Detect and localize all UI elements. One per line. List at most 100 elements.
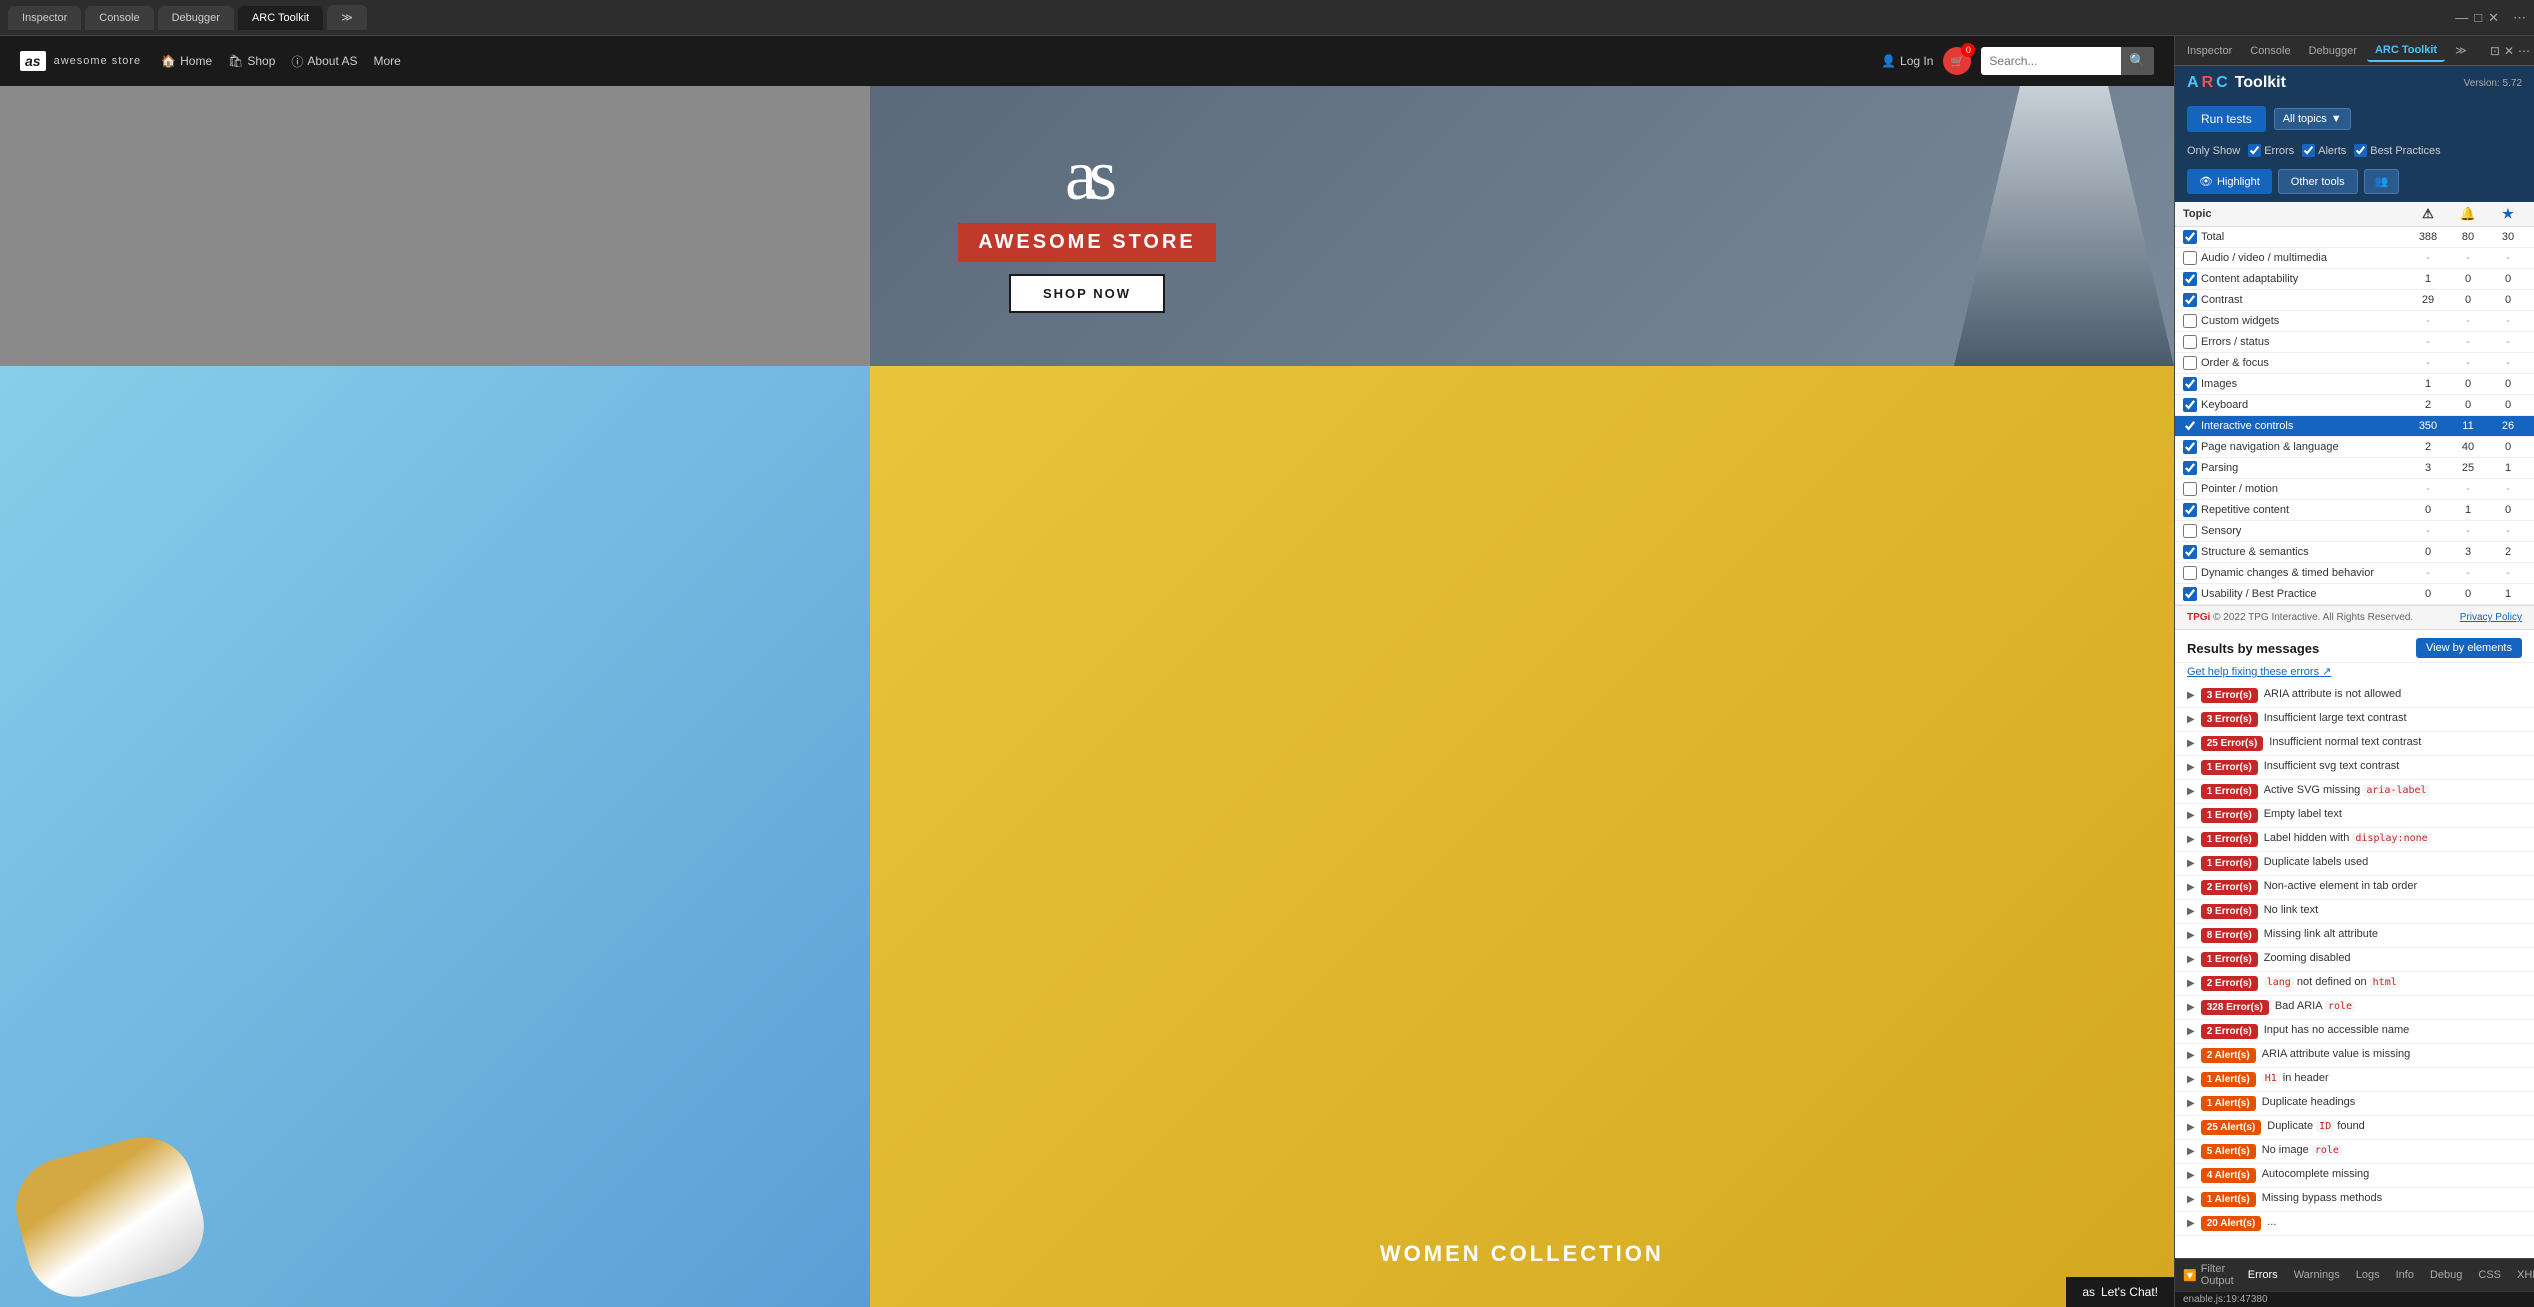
result-item[interactable]: ▶ 3 Error(s) Insufficient large text con… (2175, 708, 2534, 732)
dt-tab-arc[interactable]: ARC Toolkit (2367, 40, 2445, 62)
result-expand-arrow[interactable]: ▶ (2187, 906, 2195, 917)
topic-checkbox[interactable] (2183, 272, 2197, 286)
bottom-tab-warnings[interactable]: Warnings (2288, 1267, 2346, 1283)
result-expand-arrow[interactable]: ▶ (2187, 954, 2195, 965)
filter-output[interactable]: 🔽 Filter Output (2183, 1263, 2234, 1287)
topic-row[interactable]: Total 388 80 30 (2175, 227, 2534, 248)
topic-row[interactable]: Structure & semantics 0 3 2 (2175, 542, 2534, 563)
result-item[interactable]: ▶ 1 Error(s) Zooming disabled (2175, 948, 2534, 972)
topic-row[interactable]: Contrast 29 0 0 (2175, 290, 2534, 311)
menu-icon[interactable]: ⋯ (2513, 10, 2526, 26)
result-expand-arrow[interactable]: ▶ (2187, 1026, 2195, 1037)
result-item[interactable]: ▶ 1 Alert(s) H1 in header (2175, 1068, 2534, 1092)
result-item[interactable]: ▶ 1 Alert(s) Duplicate headings (2175, 1092, 2534, 1116)
view-by-elements-button[interactable]: View by elements (2416, 638, 2522, 658)
topic-checkbox[interactable] (2183, 440, 2197, 454)
bottom-tab-css[interactable]: CSS (2472, 1267, 2507, 1283)
result-expand-arrow[interactable]: ▶ (2187, 690, 2195, 701)
topic-checkbox[interactable] (2183, 482, 2197, 496)
result-item[interactable]: ▶ 2 Error(s) lang not defined on html (2175, 972, 2534, 996)
result-item[interactable]: ▶ 25 Error(s) Insufficient normal text c… (2175, 732, 2534, 756)
topic-row[interactable]: Order & focus - - - (2175, 353, 2534, 374)
dt-tab-debugger[interactable]: Debugger (2301, 41, 2365, 61)
topic-row[interactable]: Repetitive content 0 1 0 (2175, 500, 2534, 521)
bottom-tab-info[interactable]: Info (2390, 1267, 2420, 1283)
result-expand-arrow[interactable]: ▶ (2187, 1098, 2195, 1109)
bottom-tab-errors[interactable]: Errors (2242, 1267, 2284, 1283)
result-expand-arrow[interactable]: ▶ (2187, 1002, 2195, 1013)
search-input[interactable] (1981, 49, 2121, 73)
topic-checkbox[interactable] (2183, 293, 2197, 307)
help-link[interactable]: Get help fixing these errors ↗ (2175, 663, 2534, 684)
topic-checkbox[interactable] (2183, 335, 2197, 349)
topic-checkbox[interactable] (2183, 251, 2197, 265)
result-expand-arrow[interactable]: ▶ (2187, 810, 2195, 821)
nav-more[interactable]: More (373, 54, 400, 68)
nav-about[interactable]: ⓘ About AS (291, 53, 357, 70)
topic-checkbox[interactable] (2183, 230, 2197, 244)
topic-row[interactable]: Parsing 3 25 1 (2175, 458, 2534, 479)
topic-checkbox[interactable] (2183, 419, 2197, 433)
result-item[interactable]: ▶ 328 Error(s) Bad ARIA role (2175, 996, 2534, 1020)
topic-checkbox[interactable] (2183, 461, 2197, 475)
result-item[interactable]: ▶ 1 Error(s) Active SVG missing aria-lab… (2175, 780, 2534, 804)
errors-checkbox-label[interactable]: Errors (2248, 144, 2294, 157)
nav-home[interactable]: 🏠 Home (161, 54, 212, 68)
topic-row[interactable]: Audio / video / multimedia - - - (2175, 248, 2534, 269)
topic-row[interactable]: Usability / Best Practice 0 0 1 (2175, 584, 2534, 605)
search-button[interactable]: 🔍 (2121, 47, 2154, 75)
result-item[interactable]: ▶ 8 Error(s) Missing link alt attribute (2175, 924, 2534, 948)
topic-row[interactable]: Images 1 0 0 (2175, 374, 2534, 395)
dt-menu-icon[interactable]: ⋯ (2518, 44, 2530, 58)
result-expand-arrow[interactable]: ▶ (2187, 1146, 2195, 1157)
topic-checkbox[interactable] (2183, 587, 2197, 601)
highlight-button[interactable]: 👁 Highlight (2187, 169, 2272, 194)
result-item[interactable]: ▶ 3 Error(s) ARIA attribute is not allow… (2175, 684, 2534, 708)
cart-button[interactable]: 🛒 0 (1943, 47, 1971, 75)
errors-checkbox[interactable] (2248, 144, 2261, 157)
result-expand-arrow[interactable]: ▶ (2187, 858, 2195, 869)
best-practices-checkbox[interactable] (2354, 144, 2367, 157)
people-button[interactable]: 👥 (2364, 169, 2400, 194)
result-item[interactable]: ▶ 5 Alert(s) No image role (2175, 1140, 2534, 1164)
topic-checkbox[interactable] (2183, 524, 2197, 538)
topic-row[interactable]: Errors / status - - - (2175, 332, 2534, 353)
close-icon[interactable]: ✕ (2488, 10, 2499, 26)
result-expand-arrow[interactable]: ▶ (2187, 1050, 2195, 1061)
shop-now-button[interactable]: SHOP NOW (1009, 274, 1165, 313)
result-item[interactable]: ▶ 1 Error(s) Label hidden with display:n… (2175, 828, 2534, 852)
run-tests-button[interactable]: Run tests (2187, 106, 2266, 132)
topic-checkbox[interactable] (2183, 398, 2197, 412)
tab-arc-toolkit[interactable]: ARC Toolkit (238, 6, 323, 30)
alerts-checkbox[interactable] (2302, 144, 2315, 157)
result-item[interactable]: ▶ 20 Alert(s) ... (2175, 1212, 2534, 1236)
tab-console[interactable]: Console (85, 6, 153, 30)
alerts-checkbox-label[interactable]: Alerts (2302, 144, 2346, 157)
dt-close-icon[interactable]: ✕ (2504, 44, 2514, 58)
result-expand-arrow[interactable]: ▶ (2187, 786, 2195, 797)
tab-debugger[interactable]: Debugger (158, 6, 234, 30)
dt-dock-icon[interactable]: ⊡ (2490, 44, 2500, 58)
result-expand-arrow[interactable]: ▶ (2187, 882, 2195, 893)
topic-row[interactable]: Content adaptability 1 0 0 (2175, 269, 2534, 290)
result-expand-arrow[interactable]: ▶ (2187, 1194, 2195, 1205)
topic-row[interactable]: Sensory - - - (2175, 521, 2534, 542)
topic-checkbox[interactable] (2183, 545, 2197, 559)
result-expand-arrow[interactable]: ▶ (2187, 930, 2195, 941)
result-expand-arrow[interactable]: ▶ (2187, 1074, 2195, 1085)
result-item[interactable]: ▶ 2 Error(s) Non-active element in tab o… (2175, 876, 2534, 900)
dt-tab-overflow[interactable]: ≫ (2447, 40, 2475, 61)
all-topics-dropdown[interactable]: All topics ▼ (2274, 108, 2351, 130)
maximize-icon[interactable]: □ (2474, 10, 2482, 25)
bottom-tab-xhr[interactable]: XHR (2511, 1267, 2534, 1283)
result-expand-arrow[interactable]: ▶ (2187, 978, 2195, 989)
result-expand-arrow[interactable]: ▶ (2187, 738, 2195, 749)
topic-row[interactable]: Interactive controls 350 11 26 (2175, 416, 2534, 437)
best-practices-checkbox-label[interactable]: Best Practices (2354, 144, 2440, 157)
tab-more[interactable]: ≫ (327, 5, 367, 30)
nav-shop[interactable]: 🛍 Shop (228, 54, 275, 68)
login-button[interactable]: 👤 Log In (1881, 54, 1933, 68)
topic-row[interactable]: Dynamic changes & timed behavior - - - (2175, 563, 2534, 584)
result-expand-arrow[interactable]: ▶ (2187, 1218, 2195, 1229)
dt-tab-inspector[interactable]: Inspector (2179, 41, 2240, 61)
